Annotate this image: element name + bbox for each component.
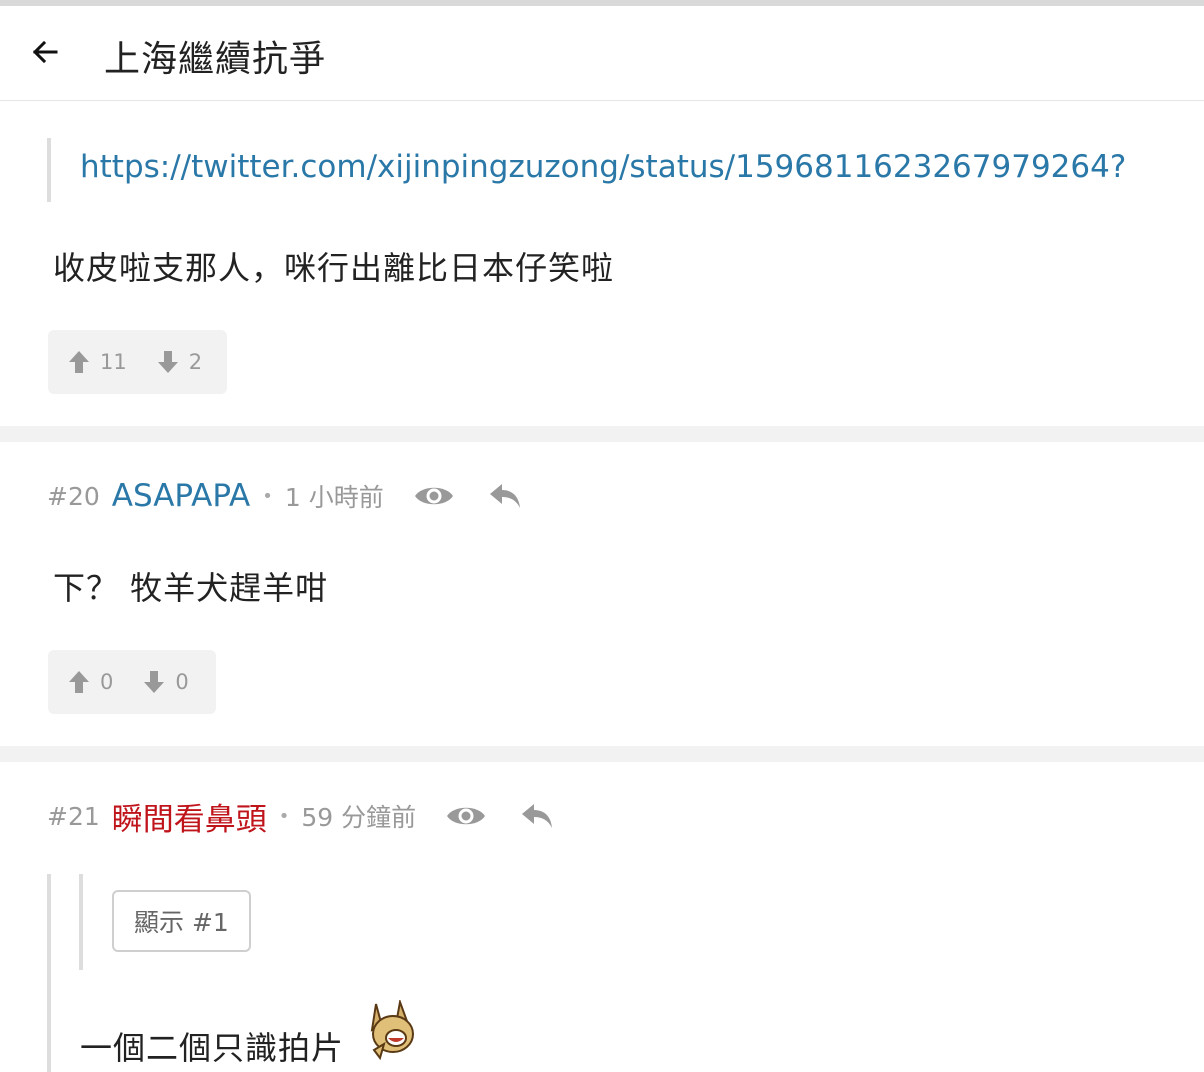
quote-link[interactable]: https://twitter.com/xijinpingzuzong/stat…	[80, 149, 1126, 185]
arrow-down-icon	[157, 351, 178, 373]
quote-bar	[47, 138, 51, 202]
reply-button[interactable]	[520, 802, 554, 830]
arrow-left-icon	[32, 40, 58, 64]
post-number: #21	[47, 801, 100, 831]
downvote-button[interactable]: 0	[143, 670, 189, 694]
post-number: #20	[47, 481, 100, 511]
downvote-count: 0	[175, 670, 189, 694]
view-button[interactable]	[446, 802, 486, 830]
arrow-up-icon	[69, 671, 89, 693]
eye-icon	[414, 487, 453, 505]
downvote-button[interactable]: 2	[157, 350, 202, 374]
quote-bar-inner	[79, 874, 83, 970]
eye-icon	[447, 807, 486, 825]
upvote-button[interactable]: 0	[68, 670, 113, 694]
meta-separator: •	[262, 485, 273, 507]
upvote-count: 0	[100, 670, 114, 694]
post-body: 收皮啦支那人，咪行出離比日本仔笑啦	[53, 249, 615, 287]
upvote-button[interactable]: 11	[68, 350, 127, 374]
meta-separator: •	[278, 805, 290, 827]
username-link[interactable]: 瞬間看鼻頭	[112, 794, 267, 839]
upvote-count: 11	[100, 350, 127, 374]
post-meta: #21 瞬間看鼻頭 • 59 分鐘前	[47, 794, 554, 839]
show-quote-button[interactable]: 顯示 #1	[112, 890, 251, 952]
username-link[interactable]: ASAPAPA	[112, 478, 251, 514]
post-separator	[0, 426, 1204, 442]
post-body: 一個二個只識拍片	[80, 1029, 345, 1067]
view-button[interactable]	[414, 482, 454, 510]
page-title: 上海繼續抗爭	[104, 39, 327, 80]
post-time: 59 分鐘前	[301, 803, 417, 832]
reply-icon	[522, 804, 553, 828]
back-button[interactable]	[28, 34, 64, 70]
post-separator	[0, 746, 1204, 762]
arrow-down-icon	[144, 671, 165, 693]
laughing-dog-sticker	[370, 1000, 414, 1060]
reply-button[interactable]	[488, 482, 522, 510]
downvote-count: 2	[188, 350, 203, 374]
quote-bar-outer	[47, 874, 51, 1072]
vote-bar: 11 2	[48, 330, 227, 394]
arrow-up-icon	[69, 351, 89, 373]
post-meta: #20 ASAPAPA • 1 小時前	[47, 476, 522, 516]
post-body: 下？ 牧羊犬趕羊咁	[53, 569, 329, 607]
reply-icon	[489, 484, 520, 508]
post-time: 1 小時前	[284, 483, 384, 512]
topbar: 上海繼續抗爭	[0, 6, 1204, 101]
vote-bar: 0 0	[48, 650, 216, 714]
